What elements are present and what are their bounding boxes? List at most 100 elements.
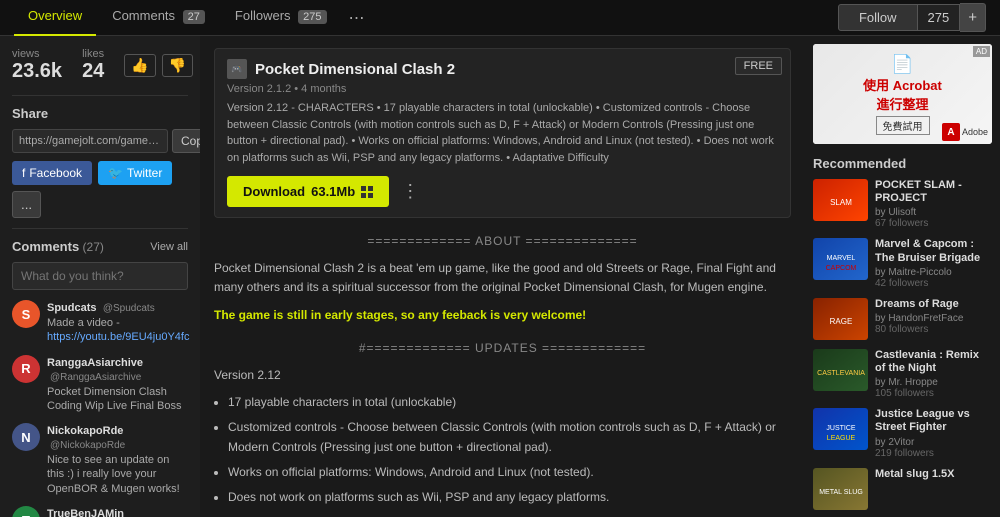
thumbs-up-button[interactable]: 👍 xyxy=(124,54,155,77)
rec-dev: by Mr. Hroppe xyxy=(875,377,992,388)
rec-info: Dreams of Rage by HandonFretFace 80 foll… xyxy=(875,298,992,340)
rec-item[interactable]: METAL SLUG Metal slug 1.5X xyxy=(813,468,992,510)
nav-overview-label: Overview xyxy=(28,8,82,23)
download-grid-icon xyxy=(361,186,373,198)
rec-item[interactable]: MARVEL CAPCOM Marvel & Capcom : The Brui… xyxy=(813,238,992,288)
rec-item[interactable]: JUSTICE LEAGUE Justice League vs Street … xyxy=(813,408,992,458)
rec-followers: 80 followers xyxy=(875,324,992,335)
like-actions: 👍 👎 xyxy=(124,48,193,83)
rec-item[interactable]: SLAM POCKET SLAM - PROJECT by Ulisoft 67… xyxy=(813,179,992,229)
nav-comments[interactable]: Comments 27 xyxy=(98,0,219,36)
rec-followers: 42 followers xyxy=(875,278,992,289)
follow-button[interactable]: Follow xyxy=(838,4,918,31)
nav-more-button[interactable]: ⋯ xyxy=(343,0,371,36)
comment-handle: @RanggaAsiarchive xyxy=(50,372,141,383)
adobe-logo: A xyxy=(942,123,960,141)
game-title: Pocket Dimensional Clash 2 xyxy=(255,61,455,78)
comments-header: Comments (27) View all xyxy=(12,239,188,254)
rec-thumb-svg: MARVEL CAPCOM xyxy=(813,238,868,280)
comment-text: Pocket Dimension Clash Coding Wip Live F… xyxy=(47,385,188,414)
action-more-button[interactable]: ⋮ xyxy=(397,181,423,202)
stats-row: views 23.6k likes 24 👍 👎 xyxy=(12,48,188,83)
facebook-button[interactable]: f Facebook xyxy=(12,161,92,185)
comment-item: T TrueBenJAMin @TrueBenJAMin when do you… xyxy=(12,506,188,517)
game-actions: Download 63.1Mb ⋮ xyxy=(227,176,778,207)
rec-thumb-svg: JUSTICE LEAGUE xyxy=(813,408,868,450)
comment-item: N NickokapoRde @NickokapoRde Nice to see… xyxy=(12,423,188,496)
about-heading: ============= ABOUT ============== xyxy=(214,232,791,251)
rec-dev: by HandonFretFace xyxy=(875,313,992,324)
rec-info: Castlevania : Remix of the Night by Mr. … xyxy=(875,349,992,399)
follow-count: 275 xyxy=(918,4,961,31)
rec-thumb: MARVEL CAPCOM xyxy=(813,238,868,280)
rec-dev: by Ulisoft xyxy=(875,207,992,218)
bullet-item: Works on official platforms: Windows, An… xyxy=(228,463,791,482)
twitter-button[interactable]: 🐦 Twitter xyxy=(98,161,172,185)
nav-followers[interactable]: Followers 275 xyxy=(221,0,341,36)
more-social-button[interactable]: ... xyxy=(12,191,41,218)
download-button[interactable]: Download 63.1Mb xyxy=(227,176,389,207)
comment-text: Nice to see an update on this :) i reall… xyxy=(47,453,188,496)
comments-title: Comments xyxy=(12,239,79,254)
nav-overview[interactable]: Overview xyxy=(14,0,96,36)
facebook-icon: f xyxy=(22,166,25,180)
svg-text:JUSTICE: JUSTICE xyxy=(826,425,856,432)
rec-dev: by Maitre-Piccolo xyxy=(875,267,992,278)
updates-heading: #============= UPDATES ============= xyxy=(214,339,791,358)
copy-button[interactable]: Copy xyxy=(172,129,200,153)
rec-title: Marvel & Capcom : The Bruiser Brigade xyxy=(875,238,992,264)
rec-title: Dreams of Rage xyxy=(875,298,992,311)
version-label: Version 2.12 xyxy=(214,366,791,385)
game-header-card: FREE 🎮 Pocket Dimensional Clash 2 Versio… xyxy=(214,48,791,218)
rec-title: Justice League vs Street Fighter xyxy=(875,408,992,434)
ad-icon: 📄 xyxy=(891,54,913,75)
main-layout: views 23.6k likes 24 👍 👎 Share Copy f Fa… xyxy=(0,36,1000,517)
left-sidebar: views 23.6k likes 24 👍 👎 Share Copy f Fa… xyxy=(0,36,200,517)
comment-item: R RanggaAsiarchive @RanggaAsiarchive Poc… xyxy=(12,355,188,414)
thumbs-down-button[interactable]: 👎 xyxy=(162,54,193,77)
comment-body: RanggaAsiarchive @RanggaAsiarchive Pocke… xyxy=(47,355,188,414)
rec-item[interactable]: CASTLEVANIA Castlevania : Remix of the N… xyxy=(813,349,992,399)
bullet-item: Customized controls - Choose between Cla… xyxy=(228,418,791,456)
view-all-link[interactable]: View all xyxy=(150,241,188,253)
comments-title-group: Comments (27) xyxy=(12,239,104,254)
game-description: Version 2.12 - CHARACTERS • 17 playable … xyxy=(227,100,778,166)
free-badge: FREE xyxy=(735,57,782,75)
comments-count: (27) xyxy=(83,240,104,254)
twitter-label: Twitter xyxy=(127,166,162,180)
avatar: T xyxy=(12,506,40,517)
comment-item: S Spudcats @Spudcats Made a video - http… xyxy=(12,300,188,345)
comment-input[interactable] xyxy=(12,262,188,290)
ad-line1: 使用 Acrobat xyxy=(863,75,942,94)
rec-title: POCKET SLAM - PROJECT xyxy=(875,179,992,205)
ad-label: AD xyxy=(973,46,990,57)
svg-text:CASTLEVANIA: CASTLEVANIA xyxy=(817,370,865,377)
bullet-item: Adaptative Difficulty xyxy=(228,513,791,517)
about-text1: Pocket Dimensional Clash 2 is a beat 'em… xyxy=(214,259,791,297)
rec-item[interactable]: RAGE Dreams of Rage by HandonFretFace 80… xyxy=(813,298,992,340)
svg-text:MARVEL: MARVEL xyxy=(827,255,856,262)
rec-thumb-svg: METAL SLUG xyxy=(813,468,868,510)
game-title-row: 🎮 Pocket Dimensional Clash 2 xyxy=(227,59,778,79)
likes-stat: likes 24 xyxy=(82,48,104,83)
top-navigation: Overview Comments 27 Followers 275 ⋯ Fol… xyxy=(0,0,1000,36)
svg-text:RAGE: RAGE xyxy=(830,317,853,326)
nav-comments-label: Comments xyxy=(112,8,175,23)
svg-text:LEAGUE: LEAGUE xyxy=(827,435,856,442)
share-url-input[interactable] xyxy=(12,129,168,153)
comment-text: Made a video - https://youtu.be/9EU4ju0Y… xyxy=(47,316,189,345)
ad-line2: 進行整理 xyxy=(876,94,928,113)
comment-body: TrueBenJAMin @TrueBenJAMin when do you'l… xyxy=(47,506,188,517)
likes-label: likes xyxy=(82,48,104,60)
bullet-item: Does not work on platforms such as Wii, … xyxy=(228,488,791,507)
rec-thumb: METAL SLUG xyxy=(813,468,868,510)
rec-thumb-svg: SLAM xyxy=(813,179,868,221)
download-label: Download xyxy=(243,184,305,199)
bullet-list: 17 playable characters in total (unlocka… xyxy=(228,393,791,517)
avatar: R xyxy=(12,355,40,383)
divider-1 xyxy=(12,95,188,96)
follow-plus-button[interactable]: + xyxy=(960,3,986,32)
comment-link[interactable]: https://youtu.be/9EU4ju0Y4fc xyxy=(47,331,189,343)
game-icon: 🎮 xyxy=(227,59,247,79)
ad-line3: 免費試用 xyxy=(876,116,930,135)
